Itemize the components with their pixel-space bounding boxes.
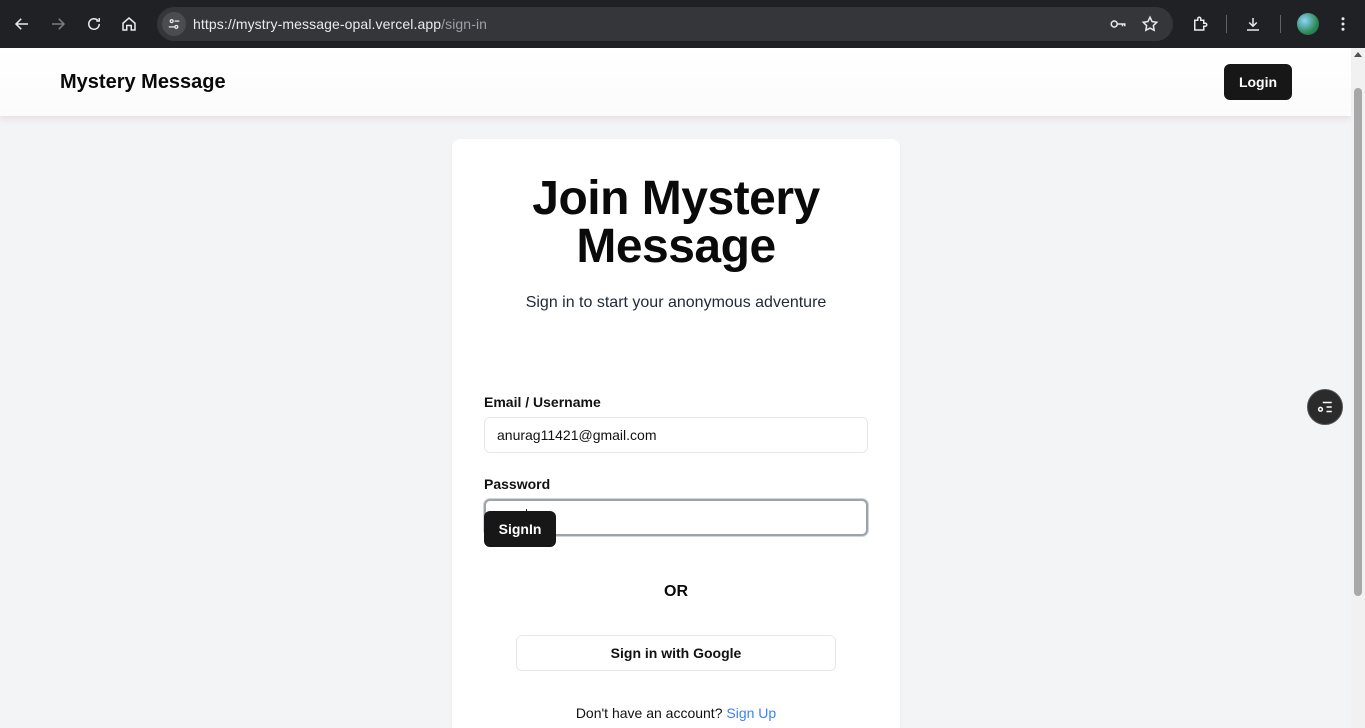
or-divider-text: OR: [664, 583, 688, 600]
extensions-button[interactable]: [1190, 14, 1210, 34]
reload-icon: [88, 18, 100, 30]
tune-icon: [168, 18, 180, 30]
signin-button[interactable]: SignIn: [484, 511, 556, 547]
signin-card: Join Mystery Message Sign in to start yo…: [452, 139, 900, 728]
password-manager-button[interactable]: [1108, 14, 1128, 34]
password-label: Password: [484, 476, 551, 492]
arrow-right-icon: [52, 18, 66, 30]
email-value: anurag11421@gmail.com: [497, 427, 657, 443]
scroll-up-arrow-icon[interactable]: [1354, 52, 1362, 57]
more-vertical-icon: [1341, 17, 1345, 31]
email-field[interactable]: anurag11421@gmail.com: [484, 417, 868, 453]
arrow-left-icon: [14, 18, 28, 30]
brand-title[interactable]: Mystery Message: [60, 71, 226, 94]
vertical-scrollbar[interactable]: [1351, 48, 1365, 728]
key-icon: [1110, 20, 1126, 28]
home-icon: [122, 17, 136, 31]
signup-prompt-text: Don't have an account?: [575, 705, 723, 721]
address-bar[interactable]: https://mystry-message-opal.vercel.app/s…: [157, 7, 1173, 41]
bookmark-button[interactable]: [1140, 14, 1160, 34]
downloads-button[interactable]: [1243, 14, 1263, 34]
browser-toolbar: https://mystry-message-opal.vercel.app/s…: [0, 0, 1365, 48]
browser-menu-button[interactable]: [1333, 14, 1353, 34]
scroll-thumb[interactable]: [1354, 88, 1362, 596]
url-text[interactable]: https://mystry-message-opal.vercel.app/s…: [193, 16, 487, 32]
list-settings-icon: [1317, 401, 1332, 413]
signup-prompt: Don't have an account? Sign Up: [452, 705, 900, 721]
google-signin-button[interactable]: Sign in with Google: [516, 635, 836, 671]
title-line-1: Join Mystery: [532, 172, 820, 225]
reload-button[interactable]: [80, 10, 108, 38]
puzzle-icon: [1194, 16, 1208, 31]
login-button[interactable]: Login: [1224, 64, 1292, 100]
home-button[interactable]: [115, 10, 143, 38]
toolbar-divider: [1226, 15, 1227, 33]
site-info-button[interactable]: [162, 12, 186, 36]
title-line-2: Message: [576, 220, 776, 273]
star-icon: [1141, 15, 1159, 32]
floating-tool-button[interactable]: [1307, 389, 1343, 425]
site-header: Mystery Message Login: [0, 48, 1351, 116]
download-icon: [1247, 18, 1259, 31]
subtitle: Sign in to start your anonymous adventur…: [525, 294, 827, 311]
profile-avatar[interactable]: [1297, 13, 1319, 35]
forward-button[interactable]: [44, 10, 72, 38]
page-viewport: Mystery Message Login Join Mystery Messa…: [0, 48, 1351, 728]
signup-link[interactable]: Sign Up: [726, 705, 776, 721]
toolbar-divider: [1280, 15, 1281, 33]
page-title: Join Mystery Message: [452, 175, 900, 271]
email-label: Email / Username: [484, 394, 601, 410]
back-button[interactable]: [8, 10, 36, 38]
